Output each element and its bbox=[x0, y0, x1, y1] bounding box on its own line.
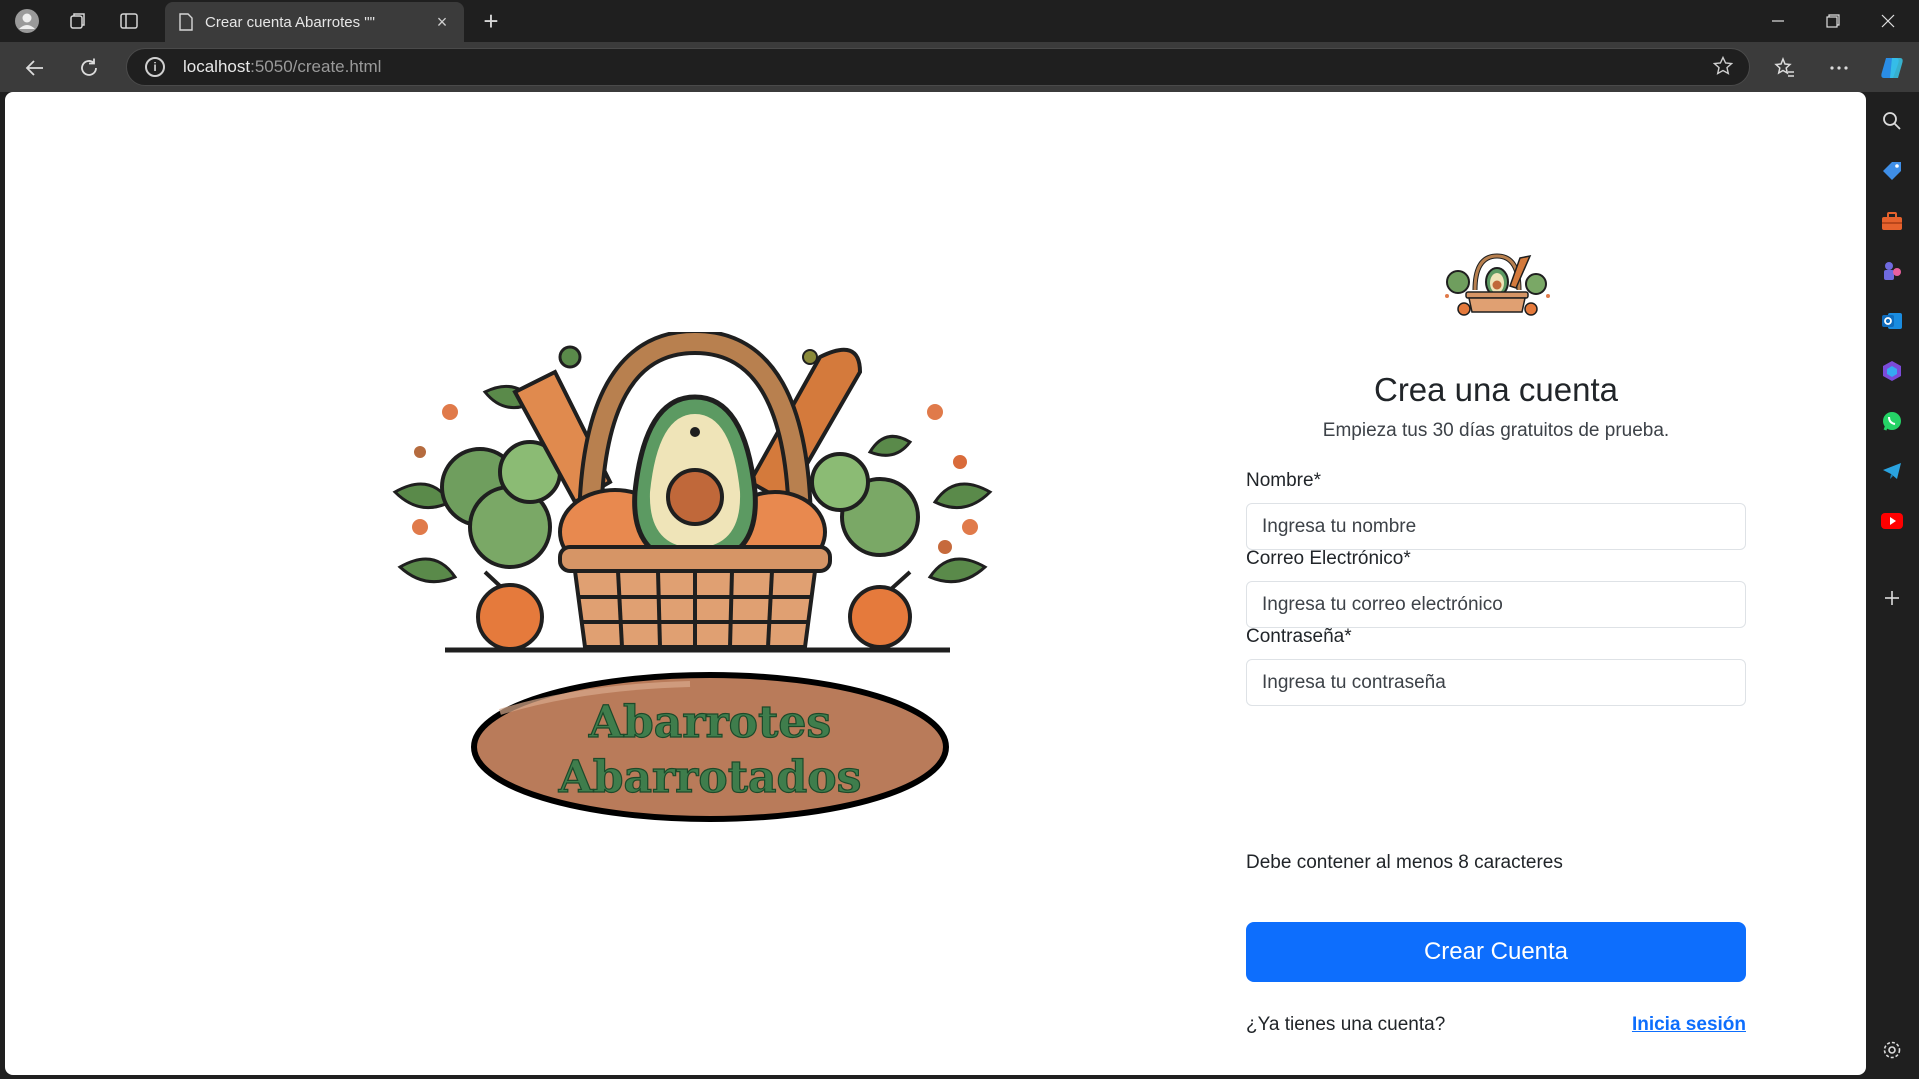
password-input[interactable]: Ingresa tu contraseña bbox=[1246, 659, 1746, 706]
favorites-icon[interactable] bbox=[1768, 51, 1802, 85]
url-text: localhost:5050/create.html bbox=[183, 57, 382, 76]
document-icon bbox=[177, 13, 195, 31]
password-label: Contraseña* bbox=[1246, 626, 1352, 647]
address-bar[interactable]: i localhost:5050/create.html bbox=[126, 48, 1750, 86]
password-hint: Debe contener al menos 8 caracteres bbox=[1246, 852, 1563, 873]
vertical-tabs-icon[interactable] bbox=[114, 6, 144, 36]
telegram-icon[interactable] bbox=[1880, 459, 1904, 483]
site-info-icon[interactable]: i bbox=[145, 57, 165, 77]
youtube-icon[interactable] bbox=[1880, 509, 1904, 533]
search-icon[interactable] bbox=[1880, 109, 1904, 133]
store-logo-large: Abarrotes Abarrotados bbox=[392, 332, 993, 822]
outlook-icon[interactable] bbox=[1880, 309, 1904, 333]
more-options-icon[interactable] bbox=[1822, 51, 1856, 85]
login-link[interactable]: Inicia sesión bbox=[1632, 1014, 1746, 1036]
browser-toolbar: i localhost:5050/create.html bbox=[0, 42, 1919, 92]
name-label: Nombre* bbox=[1246, 470, 1321, 491]
page-title: Crea una cuenta bbox=[1373, 371, 1618, 408]
page-viewport: Abarrotes Abarrotados Crea una cuenta Em… bbox=[5, 92, 1866, 1075]
browser-title-bar: Crear cuenta Abarrotes "" × + bbox=[0, 0, 1919, 42]
games-icon[interactable] bbox=[1880, 259, 1904, 283]
logo-line2: Abarrotados bbox=[558, 752, 862, 803]
logo-line1: Abarrotes bbox=[588, 697, 831, 748]
m365-icon[interactable] bbox=[1880, 359, 1904, 383]
name-input[interactable]: Ingresa tu nombre bbox=[1246, 503, 1746, 550]
shopping-tag-icon[interactable] bbox=[1880, 159, 1904, 183]
email-label: Correo Electrónico* bbox=[1246, 548, 1411, 569]
profile-icon[interactable] bbox=[12, 6, 42, 36]
restore-icon[interactable] bbox=[1806, 0, 1860, 42]
tab-title: Crear cuenta Abarrotes "" bbox=[205, 13, 375, 31]
login-prompt: ¿Ya tienes una cuenta? bbox=[1246, 1014, 1446, 1035]
sidebar-settings-icon[interactable] bbox=[1880, 1038, 1904, 1062]
tools-briefcase-icon[interactable] bbox=[1880, 209, 1904, 233]
workspaces-icon[interactable] bbox=[63, 6, 93, 36]
store-logo-small bbox=[1445, 253, 1550, 316]
close-tab-icon[interactable]: × bbox=[428, 12, 456, 33]
add-sidebar-app-icon[interactable] bbox=[1880, 586, 1904, 610]
close-window-icon[interactable] bbox=[1861, 0, 1915, 42]
page-subtitle: Empieza tus 30 días gratuitos de prueba. bbox=[1322, 420, 1670, 441]
whatsapp-icon[interactable] bbox=[1880, 409, 1904, 433]
refresh-icon[interactable] bbox=[72, 51, 106, 85]
new-tab-button[interactable]: + bbox=[476, 6, 506, 36]
email-input[interactable]: Ingresa tu correo electrónico bbox=[1246, 581, 1746, 628]
favorite-star-icon[interactable] bbox=[1712, 55, 1734, 82]
copilot-icon[interactable] bbox=[1875, 51, 1909, 85]
back-arrow-icon[interactable] bbox=[18, 51, 52, 85]
create-account-button[interactable]: Crear Cuenta bbox=[1246, 922, 1746, 982]
edge-sidebar bbox=[1866, 92, 1919, 1079]
minimize-icon[interactable] bbox=[1751, 0, 1805, 42]
active-tab[interactable]: Crear cuenta Abarrotes "" × bbox=[165, 2, 464, 42]
